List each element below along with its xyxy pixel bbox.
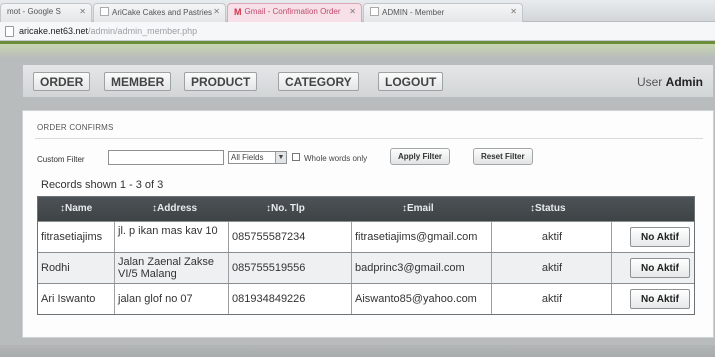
admin-navbar: ORDER MEMBER PRODUCT CATEGORY LOGOUT Use… [22,64,714,98]
apply-filter-button[interactable]: Apply Filter [390,148,451,165]
panel-title: ORDER CONFIRMS [37,123,114,132]
divider [35,138,703,139]
custom-filter-label: Custom Filter [37,155,85,164]
cell-address: Jalan Zaenal Zakse VI/5 Malang [115,253,229,283]
cell-email: Aiswanto85@yahoo.com [352,284,492,314]
chevron-down-icon: ▼ [275,152,286,163]
cell-address: jl. p ikan mas kav 10 [115,222,229,252]
cell-phone: 085755587234 [229,222,352,252]
url-text[interactable]: aricake.net63.net/admin/admin_member.php [19,26,197,36]
close-icon[interactable]: ✕ [79,7,86,16]
tab-label: ADMIN - Member [382,8,445,17]
records-count: Records shown 1 - 3 of 3 [41,179,164,191]
header-gradient [0,44,715,58]
column-header-name[interactable]: ↕Name [60,203,92,214]
table-row: Rodhi Jalan Zaenal Zakse VI/5 Malang 085… [38,252,694,283]
tab-gmail[interactable]: M Gmail - Confirmation Order ✕ [227,3,362,22]
cell-email: badprinc3@gmail.com [352,253,492,283]
user-name: Admin [665,75,703,89]
nav-logout-button[interactable]: LOGOUT [378,72,444,91]
filter-field-value: All Fields [231,153,264,162]
cell-address: jalan glof no 07 [115,284,229,314]
close-icon[interactable]: ✕ [213,7,220,16]
no-aktif-button[interactable]: No Aktif [630,227,690,247]
user-label: User [636,75,663,89]
cell-name: fitrasetiajims [38,222,115,252]
column-header-status[interactable]: ↕Status [530,203,566,214]
column-header-phone[interactable]: ↕No. Tlp [266,203,305,214]
filter-field-select[interactable]: All Fields ▼ [228,151,287,164]
cell-status: aktif [492,222,612,252]
table-row: Ari Iswanto jalan glof no 07 08193484922… [38,283,694,314]
tab-label: mot - Google S [7,7,61,16]
no-aktif-button[interactable]: No Aktif [630,289,690,309]
cell-status: aktif [492,284,612,314]
nav-member-button[interactable]: MEMBER [104,72,172,91]
custom-filter-input[interactable] [108,150,224,165]
url-host: aricake.net63.net [19,26,89,36]
column-header-address[interactable]: ↕Address [152,203,197,214]
page-icon [5,26,14,37]
member-table: ↕Name ↕Address ↕No. Tlp ↕Email ↕Status f… [37,196,695,315]
cell-phone: 085755519556 [229,253,352,283]
cell-email: fitrasetiajims@gmail.com [352,222,492,252]
cell-phone: 081934849226 [229,284,352,314]
cell-name: Rodhi [38,253,115,283]
tab-admin-member[interactable]: ADMIN - Member ✕ [363,3,523,22]
whole-words-label: Whole words only [304,154,368,163]
table-header: ↕Name ↕Address ↕No. Tlp ↕Email ↕Status [38,197,694,221]
no-aktif-button[interactable]: No Aktif [630,258,690,278]
nav-product-button[interactable]: PRODUCT [184,72,258,91]
reset-filter-button[interactable]: Reset Filter [473,148,533,165]
nav-category-button[interactable]: CATEGORY [278,72,359,91]
user-info: User Admin [637,75,703,89]
gmail-icon: M [234,7,242,17]
tab-google[interactable]: mot - Google S ✕ [0,3,92,22]
close-icon[interactable]: ✕ [510,7,517,16]
tab-label: AriCake Cakes and Pastries [112,8,213,17]
address-bar[interactable]: aricake.net63.net/admin/admin_member.php [0,22,715,41]
browser-tab-bar: mot - Google S ✕ AriCake Cakes and Pastr… [0,0,715,22]
close-icon[interactable]: ✕ [349,7,356,16]
whole-words-checkbox[interactable] [292,153,300,161]
tab-label: Gmail - Confirmation Order [244,7,341,16]
url-path: /admin/admin_member.php [88,26,198,36]
column-header-email[interactable]: ↕Email [402,203,434,214]
cell-status: aktif [492,253,612,283]
page-icon [370,7,379,16]
tab-aricake[interactable]: AriCake Cakes and Pastries ✕ [93,3,226,22]
order-confirms-panel: ORDER CONFIRMS Custom Filter All Fields … [22,110,714,338]
page-icon [100,7,109,16]
nav-order-button[interactable]: ORDER [33,72,91,91]
table-row: fitrasetiajims jl. p ikan mas kav 10 085… [38,221,694,252]
page-footer-band [0,345,715,357]
cell-name: Ari Iswanto [38,284,115,314]
